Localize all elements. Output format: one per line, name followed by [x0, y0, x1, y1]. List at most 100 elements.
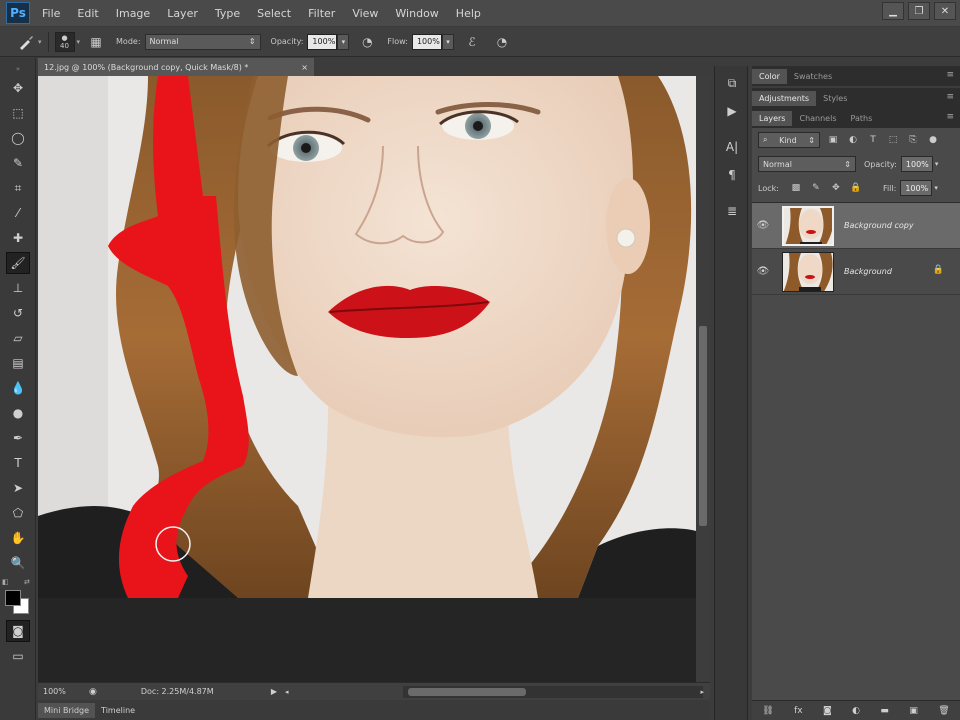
play-arrow-icon[interactable]: ▶ — [271, 687, 277, 696]
collapse-icon[interactable]: » — [6, 64, 30, 74]
layer-background[interactable]: 👁 Background 🔒 — [752, 249, 960, 295]
document-tab[interactable]: 12.jpg @ 100% (Background copy, Quick Ma… — [38, 58, 314, 76]
new-adjustment-icon[interactable]: ◐ — [852, 706, 860, 716]
lock-all-icon[interactable]: 🔒 — [849, 181, 863, 195]
horizontal-scrollbar[interactable] — [403, 686, 703, 698]
shape-tool-icon[interactable]: ⬠ — [6, 502, 30, 524]
tab-mini-bridge[interactable]: Mini Bridge — [38, 702, 96, 718]
mode-select[interactable]: Normal ⇕ — [144, 33, 261, 50]
hand-tool-icon[interactable]: ✋ — [6, 527, 30, 549]
brush-tool-preset-icon[interactable] — [16, 32, 36, 52]
tab-timeline[interactable]: Timeline — [95, 703, 141, 718]
eye-icon[interactable]: 👁 — [752, 266, 774, 277]
menu-file[interactable]: File — [42, 7, 60, 20]
type-tool-icon[interactable]: T — [6, 452, 30, 474]
foreground-color-swatch[interactable] — [5, 590, 21, 606]
close-tab-icon[interactable]: × — [301, 63, 308, 72]
menu-help[interactable]: Help — [456, 7, 481, 20]
eyedropper-tool-icon[interactable]: ⁄ — [6, 202, 30, 224]
healing-brush-tool-icon[interactable]: ✚ — [6, 227, 30, 249]
brush-tool-icon[interactable]: 🖌 — [6, 252, 30, 274]
pressure-opacity-icon[interactable]: ◔ — [357, 32, 377, 52]
clone-stamp-tool-icon[interactable]: ⊥ — [6, 277, 30, 299]
blur-tool-icon[interactable]: 💧 — [6, 377, 30, 399]
chevron-down-icon[interactable]: ▾ — [38, 38, 42, 46]
lasso-tool-icon[interactable]: ◯ — [6, 127, 30, 149]
panel-menu-icon[interactable]: ≡ — [946, 92, 954, 102]
menu-image[interactable]: Image — [116, 7, 150, 20]
fill-field[interactable]: 100% — [900, 180, 933, 196]
actions-panel-icon[interactable]: ▶ — [720, 100, 744, 122]
default-colors-icon[interactable]: ◧ — [2, 578, 9, 586]
zoom-level[interactable]: 100% — [43, 687, 83, 696]
chevron-down-icon[interactable]: ▾ — [934, 184, 938, 192]
brush-size-picker[interactable]: ● 40 — [54, 31, 75, 52]
pixel-filter-icon[interactable]: ▣ — [826, 133, 840, 147]
screen-mode-icon[interactable]: ▭ — [6, 645, 30, 667]
share-icon[interactable]: ◉ — [89, 687, 97, 697]
move-tool-icon[interactable]: ✥ — [6, 77, 30, 99]
tab-adjustments[interactable]: Adjustments — [752, 90, 817, 106]
vertical-scroll-thumb[interactable] — [699, 326, 707, 526]
brush-presets-icon[interactable]: ≣ — [720, 200, 744, 222]
layer-background-copy[interactable]: 👁 Background copy — [752, 203, 960, 249]
minimize-icon[interactable]: ▁ — [882, 2, 904, 20]
menu-edit[interactable]: Edit — [77, 7, 98, 20]
canvas-area[interactable] — [38, 76, 696, 682]
dodge-tool-icon[interactable]: ● — [6, 402, 30, 424]
close-icon[interactable]: ✕ — [934, 2, 956, 20]
chevron-down-icon[interactable]: ▾ — [77, 38, 81, 46]
menu-type[interactable]: Type — [215, 7, 240, 20]
quick-mask-icon[interactable]: ◙ — [6, 620, 30, 642]
history-brush-tool-icon[interactable]: ↺ — [6, 302, 30, 324]
character-panel-icon[interactable]: A| — [720, 136, 744, 158]
paragraph-panel-icon[interactable]: ¶ — [720, 164, 744, 186]
tab-swatches[interactable]: Swatches — [787, 69, 839, 84]
trash-icon[interactable]: 🗑 — [938, 706, 949, 716]
layer-name[interactable]: Background copy — [844, 221, 914, 230]
swap-colors-icon[interactable]: ⇄ — [24, 578, 30, 586]
lock-image-icon[interactable]: ✎ — [809, 181, 823, 195]
menu-select[interactable]: Select — [257, 7, 291, 20]
blend-mode-select[interactable]: Normal ⇕ — [758, 156, 856, 172]
smart-object-filter-icon[interactable]: ⎘ — [906, 133, 920, 147]
history-panel-icon[interactable]: ⧉ — [720, 72, 744, 94]
zoom-tool-icon[interactable]: 🔍 — [6, 552, 30, 574]
tab-channels[interactable]: Channels — [792, 111, 843, 126]
pressure-size-icon[interactable]: ◔ — [492, 32, 512, 52]
chevron-down-icon[interactable]: ▾ — [935, 160, 939, 168]
layer-opacity-field[interactable]: 100% — [900, 156, 933, 172]
tab-layers[interactable]: Layers — [752, 110, 793, 126]
opacity-field[interactable]: 100% — [307, 33, 338, 50]
opacity-slider-toggle[interactable]: ▾ — [337, 33, 350, 50]
eraser-tool-icon[interactable]: ▱ — [6, 327, 30, 349]
menu-view[interactable]: View — [352, 7, 378, 20]
panel-menu-icon[interactable]: ≡ — [946, 70, 954, 80]
tab-styles[interactable]: Styles — [816, 91, 854, 106]
crop-tool-icon[interactable]: ⌗ — [6, 177, 30, 199]
pen-tool-icon[interactable]: ✒ — [6, 427, 30, 449]
shape-filter-icon[interactable]: ⬚ — [886, 133, 900, 147]
layer-filter-select[interactable]: ⌕ Kind ⇕ — [758, 132, 820, 148]
scroll-left-icon[interactable]: ◂ — [285, 688, 289, 696]
menu-filter[interactable]: Filter — [308, 7, 335, 20]
vertical-scrollbar[interactable] — [696, 76, 710, 682]
restore-icon[interactable]: ❐ — [908, 2, 930, 20]
eye-icon[interactable]: 👁 — [752, 220, 774, 231]
lock-position-icon[interactable]: ✥ — [829, 181, 843, 195]
tab-color[interactable]: Color — [752, 68, 787, 84]
gradient-tool-icon[interactable]: ▤ — [6, 352, 30, 374]
document-image[interactable] — [38, 76, 696, 598]
layer-style-icon[interactable]: fx — [794, 706, 803, 716]
flow-slider-toggle[interactable]: ▾ — [441, 33, 454, 50]
quick-selection-tool-icon[interactable]: ✎ — [6, 152, 30, 174]
lock-transparent-icon[interactable]: ▩ — [789, 181, 803, 195]
filter-toggle-icon[interactable]: ● — [926, 133, 940, 147]
marquee-tool-icon[interactable]: ⬚ — [6, 102, 30, 124]
scroll-right-icon[interactable]: ▸ — [700, 688, 704, 696]
layer-name[interactable]: Background — [844, 267, 892, 276]
type-filter-icon[interactable]: T — [866, 133, 880, 147]
link-layers-icon[interactable]: ⛓ — [762, 706, 773, 716]
adjustment-filter-icon[interactable]: ◐ — [846, 133, 860, 147]
airbrush-icon[interactable]: ℰ — [462, 32, 482, 52]
